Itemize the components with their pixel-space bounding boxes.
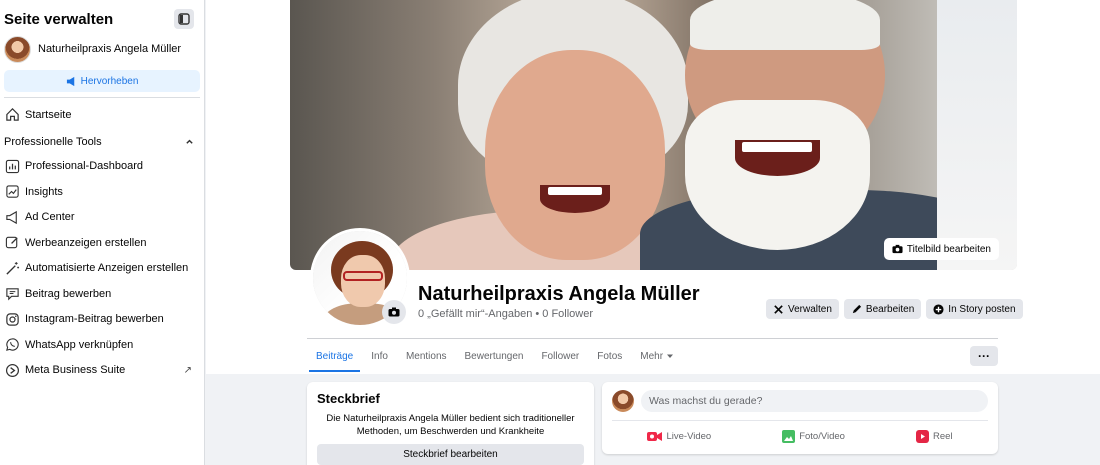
- tab-mentions[interactable]: Mentions: [397, 340, 456, 372]
- pencil-icon: [4, 235, 20, 251]
- promote-label: Hervorheben: [80, 75, 139, 87]
- sidebar-item-label: Instagram-Beitrag bewerben: [25, 313, 164, 326]
- profile-header: Titelbild bearbeiten Naturheilpraxis Ang…: [206, 0, 1100, 374]
- tab-posts[interactable]: Beiträge: [307, 340, 362, 372]
- edit-cover-label: Titelbild bearbeiten: [906, 243, 991, 255]
- sidebar-item-boost-instagram[interactable]: Instagram-Beitrag bewerben: [0, 307, 204, 333]
- edit-intro-button[interactable]: Steckbrief bearbeiten: [317, 444, 584, 465]
- photo-video-label: Foto/Video: [799, 430, 845, 442]
- page-avatar: [4, 35, 31, 63]
- edit-profile-picture-button[interactable]: [382, 300, 406, 324]
- plus-circle-icon: [933, 303, 944, 315]
- external-link-icon: ↗: [183, 364, 192, 376]
- sidebar-item-label: Meta Business Suite: [25, 364, 126, 377]
- tab-reviews[interactable]: Bewertungen: [456, 340, 533, 372]
- section-label: Professionelle Tools: [4, 135, 102, 148]
- sidebar-item-automated-ads[interactable]: Automatisierte Anzeigen erstellen: [0, 256, 204, 282]
- sidebar-item-connect-whatsapp[interactable]: WhatsApp verknüpfen: [0, 332, 204, 358]
- promote-button[interactable]: Hervorheben: [4, 70, 200, 92]
- cover-photo[interactable]: Titelbild bearbeiten: [290, 0, 1017, 270]
- intro-title: Steckbrief: [317, 391, 380, 406]
- photo-icon: [782, 429, 796, 443]
- manage-page-sidebar: Seite verwalten Naturheilpraxis Angela M…: [0, 0, 205, 465]
- live-video-icon: [647, 431, 663, 441]
- reel-icon: [915, 429, 929, 443]
- sidebar-title: Seite verwalten: [4, 10, 114, 28]
- sidebar-item-label: Professional-Dashboard: [25, 160, 144, 173]
- page-main: Titelbild bearbeiten Naturheilpraxis Ang…: [206, 0, 1100, 465]
- page-actions: Verwalten Bearbeiten In Story posten: [766, 299, 1023, 319]
- sidebar-item-label: WhatsApp verknüpfen: [25, 338, 134, 351]
- reel-label: Reel: [932, 430, 953, 442]
- intro-text: Die Naturheilpraxis Angela Müller bedien…: [326, 413, 575, 437]
- add-to-story-label: In Story posten: [948, 303, 1016, 315]
- tab-followers[interactable]: Follower: [532, 340, 588, 372]
- more-options-button[interactable]: ···: [970, 346, 998, 366]
- sidebar-item-label: Automatisierte Anzeigen erstellen: [25, 262, 189, 275]
- manage-label: Verwalten: [788, 303, 832, 315]
- page-title: Naturheilpraxis Angela Müller: [418, 283, 700, 305]
- composer-divider: [612, 420, 988, 421]
- sidebar-item-professional-dashboard[interactable]: Professional-Dashboard: [0, 154, 204, 180]
- sidebar-item-meta-business-suite[interactable]: Meta Business Suite ↗: [0, 358, 204, 384]
- magic-wand-icon: [4, 260, 20, 276]
- sidebar-divider: [4, 97, 200, 98]
- intro-card: Steckbrief Die Naturheilpraxis Angela Mü…: [307, 382, 594, 465]
- tab-more[interactable]: Mehr: [631, 340, 683, 372]
- caret-down-icon: [667, 354, 674, 358]
- composer-top: Was machst du gerade?: [612, 390, 988, 412]
- camera-icon: [388, 307, 400, 317]
- chevron-up-icon: [186, 139, 193, 144]
- sidebar-item-label: Beitrag bewerben: [25, 287, 112, 300]
- avatar: [612, 390, 634, 412]
- sidebar-item-create-ads[interactable]: Werbeanzeigen erstellen: [0, 230, 204, 256]
- tab-more-label: Mehr: [640, 350, 664, 362]
- tab-photos[interactable]: Fotos: [588, 340, 631, 372]
- photo-video-button[interactable]: Foto/Video: [782, 425, 845, 447]
- status-input[interactable]: Was machst du gerade?: [641, 390, 988, 412]
- sidebar-item-label: Insights: [25, 185, 63, 198]
- speech-bubble-icon: [4, 286, 20, 302]
- dashboard-icon: [4, 158, 20, 174]
- sidebar-item-boost-post[interactable]: Beitrag bewerben: [0, 281, 204, 307]
- home-icon: [4, 107, 20, 123]
- sidebar-header: Seite verwalten: [0, 0, 204, 30]
- reel-button[interactable]: Reel: [915, 425, 953, 447]
- live-video-button[interactable]: Live-Video: [647, 425, 711, 447]
- page-name: Naturheilpraxis Angela Müller: [38, 43, 182, 55]
- professional-tools-section[interactable]: Professionelle Tools: [0, 130, 204, 154]
- page-stats: 0 „Gefällt mir“-Angaben • 0 Follower: [418, 308, 594, 320]
- sidebar-item-label: Startseite: [25, 108, 72, 121]
- edit-label: Bearbeiten: [865, 303, 915, 315]
- page-tabs: Beiträge Info Mentions Bewertungen Follo…: [307, 340, 683, 372]
- insights-icon: [4, 184, 20, 200]
- edit-cover-button[interactable]: Titelbild bearbeiten: [883, 238, 999, 260]
- pencil-icon: [852, 304, 862, 313]
- edit-button[interactable]: Bearbeiten: [843, 299, 922, 319]
- current-page-row[interactable]: Naturheilpraxis Angela Müller: [0, 32, 204, 66]
- live-video-label: Live-Video: [666, 430, 712, 442]
- meta-business-icon: [4, 362, 20, 378]
- tools-icon: [774, 304, 783, 314]
- whatsapp-icon: [4, 337, 20, 353]
- add-to-story-button[interactable]: In Story posten: [926, 299, 1023, 319]
- megaphone-icon: [66, 76, 74, 86]
- camera-icon: [892, 244, 903, 254]
- sidebar-item-ad-center[interactable]: Ad Center: [0, 205, 204, 231]
- instagram-icon: [4, 311, 20, 327]
- post-composer: Was machst du gerade? Live-Video Foto/Vi…: [602, 382, 998, 454]
- sidebar-item-label: Werbeanzeigen erstellen: [25, 236, 147, 249]
- tab-divider: [307, 338, 998, 339]
- sidebar-item-home[interactable]: Startseite: [0, 102, 204, 128]
- manage-button[interactable]: Verwalten: [766, 299, 839, 319]
- megaphone-icon: [4, 209, 20, 225]
- composer-actions: Live-Video Foto/Video Reel: [612, 425, 988, 447]
- collapse-sidebar-icon[interactable]: [174, 9, 194, 29]
- tab-info[interactable]: Info: [362, 340, 397, 372]
- sidebar-item-insights[interactable]: Insights: [0, 179, 204, 205]
- sidebar-item-label: Ad Center: [25, 211, 75, 224]
